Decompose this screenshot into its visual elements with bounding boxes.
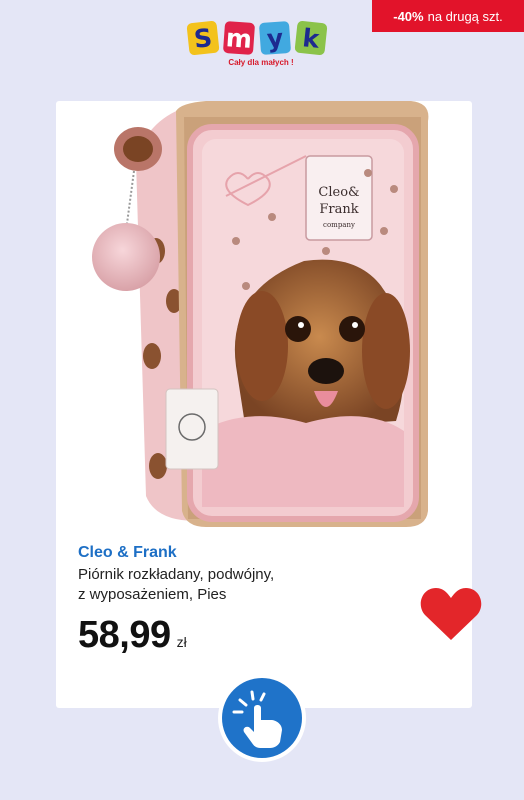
- heart-icon[interactable]: [420, 585, 482, 643]
- image-logo-line2: Frank: [319, 202, 358, 217]
- image-logo-line1: Cleo&: [318, 185, 359, 200]
- logo-tagline: Cały dla małych !: [228, 58, 294, 67]
- product-image: Cleo& Frank company: [92, 101, 429, 527]
- image-logo-line3: company: [323, 221, 355, 229]
- logo-letter-4: k: [294, 20, 328, 56]
- product-description-line1: Piórnik rozkładany, podwójny,: [78, 566, 275, 583]
- logo-letter-2: m: [222, 20, 256, 56]
- product-description[interactable]: Piórnik rozkładany, podwójny, z wyposaże…: [78, 565, 378, 605]
- product-card[interactable]: Cleo& Frank company Cleo & Frank Piórnik…: [56, 101, 472, 708]
- logo-letter-1: S: [186, 20, 220, 56]
- product-brand[interactable]: Cleo & Frank: [78, 544, 177, 562]
- promo-percent: -40%: [393, 8, 424, 24]
- product-description-line2: z wyposażeniem, Pies: [78, 586, 227, 603]
- smyk-logo[interactable]: S m y k Cały dla małych !: [186, 20, 334, 80]
- promo-banner[interactable]: -40% na drugą szt.: [372, 0, 524, 32]
- logo-letter-3: y: [258, 20, 292, 56]
- product-price: 58,99 zł: [78, 614, 187, 657]
- tap-hand-icon[interactable]: [216, 672, 308, 764]
- price-currency: zł: [176, 634, 187, 650]
- promo-text: na drugą szt.: [427, 8, 503, 24]
- price-value: 58,99: [78, 614, 171, 656]
